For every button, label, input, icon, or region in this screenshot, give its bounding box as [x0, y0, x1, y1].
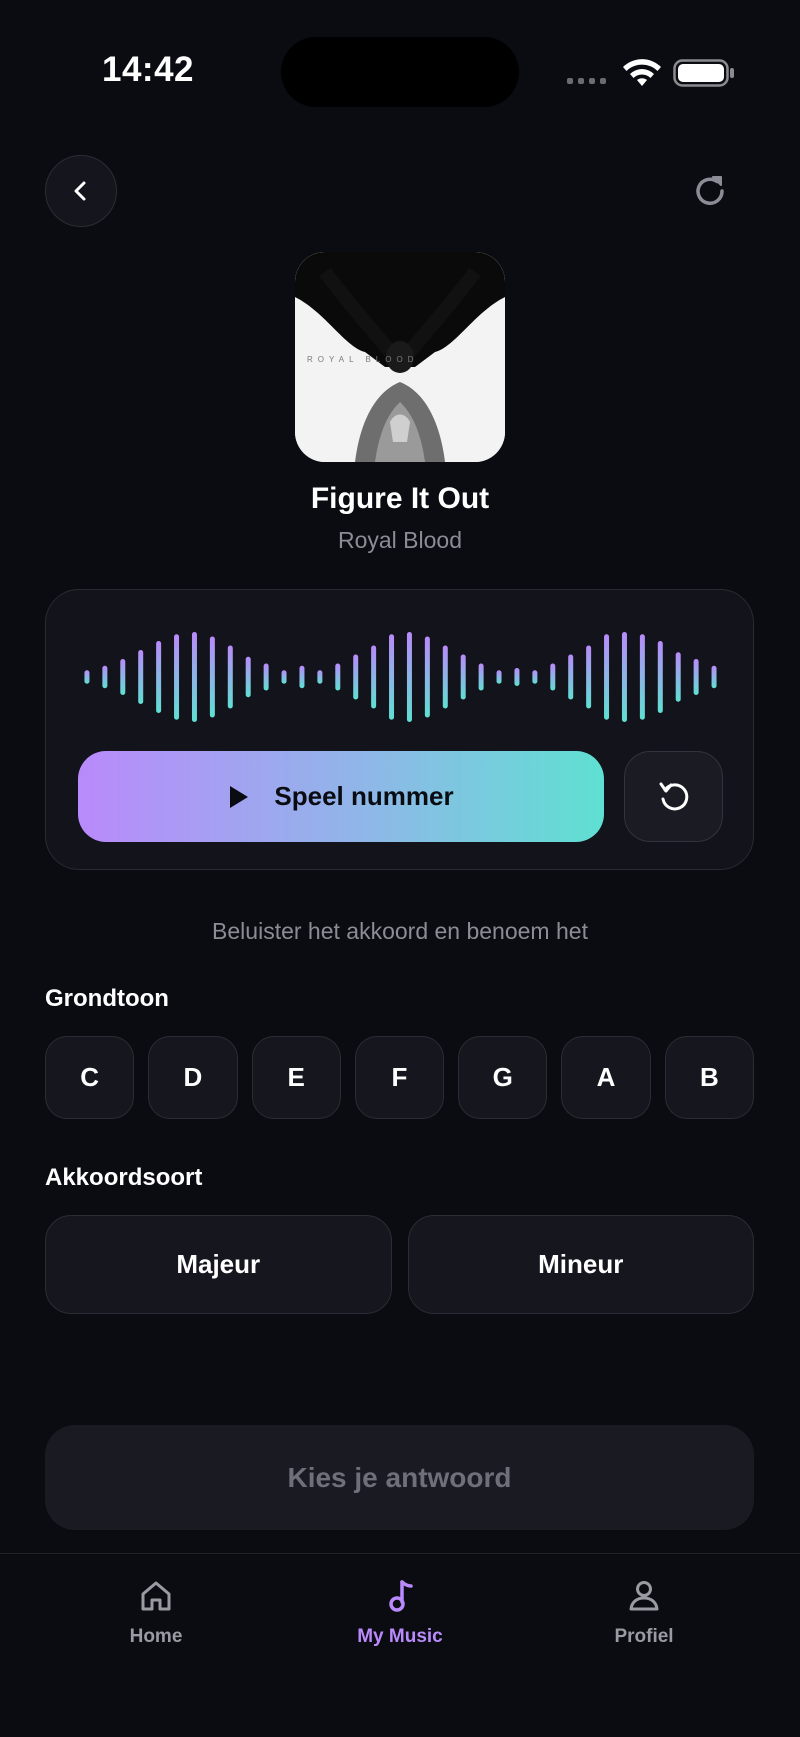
- chord-type-major[interactable]: Majeur: [45, 1215, 392, 1314]
- play-song-button[interactable]: Speel nummer: [78, 751, 604, 842]
- note-option-c[interactable]: C: [45, 1036, 135, 1119]
- refresh-icon: [696, 176, 724, 205]
- music-note-icon: [389, 1580, 413, 1612]
- waveform-bar: [191, 632, 197, 722]
- waveform-bar: [174, 634, 180, 720]
- waveform-bar: [460, 654, 466, 700]
- chevron-left-icon: [74, 181, 86, 201]
- wifi-icon: [623, 59, 661, 86]
- back-button[interactable]: [45, 155, 117, 227]
- album-art-text: ROYAL BLOOD: [307, 355, 418, 364]
- waveform-bar: [317, 670, 323, 684]
- screen: 14:42 ROYAL BLOOD Figure It Out Royal Bl…: [0, 0, 800, 1737]
- waveform-bar: [406, 632, 412, 722]
- waveform-bar: [478, 663, 484, 691]
- waveform-bar: [209, 636, 215, 718]
- note-option-f[interactable]: F: [354, 1036, 445, 1119]
- waveform-bar: [299, 665, 305, 689]
- waveform-bar: [675, 652, 681, 702]
- waveform-bar: [371, 645, 377, 709]
- track-artist: Royal Blood: [337, 527, 463, 553]
- note-option-a[interactable]: A: [561, 1036, 651, 1119]
- waveform-bar: [657, 641, 663, 713]
- waveform-bar: [711, 665, 717, 689]
- tab-my-music-label: My Music: [357, 1626, 443, 1647]
- home-icon: [141, 1581, 171, 1611]
- waveform-bar: [102, 665, 108, 689]
- note-option-e[interactable]: E: [251, 1036, 341, 1119]
- tab-profile[interactable]: Profiel: [564, 1576, 724, 1676]
- waveform-bar: [693, 659, 699, 695]
- track-title: Figure It Out: [310, 482, 490, 515]
- tab-home-label: Home: [129, 1626, 183, 1647]
- instruction-text: Beluister het akkoord en benoem het: [212, 918, 588, 944]
- waveform-bar: [621, 632, 627, 722]
- waveform-bar: [496, 670, 502, 684]
- waveform-bar: [84, 670, 90, 684]
- waveform-bar: [424, 636, 430, 718]
- replay-icon: [659, 782, 688, 810]
- chord-type-label: Akkoordsoort: [45, 1164, 203, 1191]
- note-option-d[interactable]: D: [148, 1036, 238, 1119]
- album-art: ROYAL BLOOD: [295, 252, 505, 462]
- album-cover-image: ROYAL BLOOD: [295, 252, 505, 462]
- waveform-bar: [586, 645, 592, 709]
- waveform-bar: [514, 668, 520, 686]
- refresh-button[interactable]: [687, 168, 733, 214]
- dynamic-island: [281, 37, 519, 107]
- tab-home[interactable]: Home: [76, 1576, 236, 1676]
- battery-icon: [673, 59, 734, 87]
- waveform-bar: [550, 663, 556, 691]
- tab-bar: Home My Music Profiel: [0, 1553, 800, 1737]
- chord-type-minor[interactable]: Mineur: [407, 1215, 754, 1314]
- waveform-bar: [156, 641, 162, 713]
- waveform-bar: [442, 645, 448, 709]
- waveform-bar: [335, 663, 341, 691]
- waveform: [84, 632, 717, 722]
- tab-my-music[interactable]: My Music: [320, 1576, 480, 1676]
- status-time: 14:42: [102, 50, 195, 89]
- person-icon: [629, 1581, 659, 1611]
- play-icon: [230, 785, 249, 808]
- waveform-bar: [639, 634, 645, 720]
- waveform-bar: [389, 634, 395, 720]
- waveform-bar: [353, 654, 359, 700]
- waveform-bar: [568, 654, 574, 700]
- chord-type-options: Majeur Mineur: [45, 1215, 754, 1314]
- waveform-bar: [245, 656, 251, 698]
- replay-button[interactable]: [624, 751, 723, 842]
- note-option-b[interactable]: B: [664, 1036, 754, 1119]
- note-option-g[interactable]: G: [458, 1036, 548, 1119]
- waveform-bar: [281, 670, 287, 684]
- waveform-bar: [227, 645, 233, 709]
- submit-answer-button[interactable]: Kies je antwoord: [45, 1425, 754, 1530]
- play-song-label: Speel nummer: [274, 781, 454, 811]
- waveform-bar: [532, 670, 538, 684]
- tab-profile-label: Profiel: [614, 1626, 674, 1647]
- root-note-options: C D E F G A B: [45, 1036, 754, 1119]
- cellular-signal-icon: [567, 78, 606, 84]
- root-note-label: Grondtoon: [45, 985, 169, 1012]
- waveform-bar: [604, 634, 610, 720]
- waveform-bar: [138, 650, 144, 704]
- player-card: Speel nummer: [45, 589, 754, 870]
- waveform-bar: [263, 663, 269, 691]
- waveform-bar: [120, 659, 126, 695]
